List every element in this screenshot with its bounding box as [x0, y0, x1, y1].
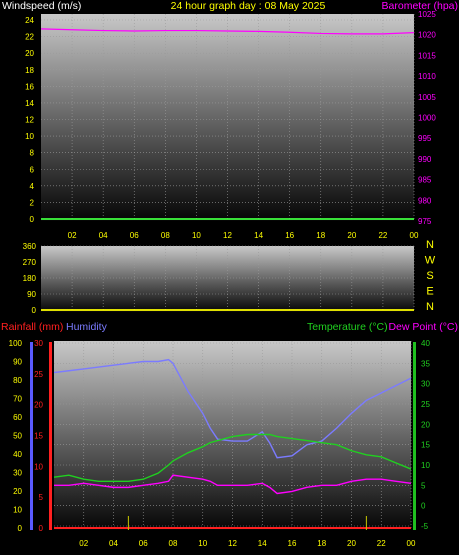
x-tick-label: 20 — [347, 539, 356, 548]
x-tick-label: 06 — [130, 231, 139, 240]
dewpoint-axis-label: Dew Point (°C) — [388, 321, 458, 333]
x-tick-label: 04 — [109, 539, 118, 548]
humidity-axis-label: Humidity — [66, 321, 108, 333]
x-tick-label: 18 — [316, 231, 325, 240]
x-tick-label: 14 — [258, 539, 267, 548]
windspeed-tick-label: 20 — [25, 49, 34, 58]
temp-tick-label: 5 — [421, 481, 426, 490]
humidity-tick-label: 40 — [13, 450, 22, 459]
direction-letter: W — [425, 255, 436, 267]
barometer-tick-label: 1000 — [418, 114, 436, 123]
rain-tick-label: 15 — [34, 432, 43, 441]
rain-scale-bar — [49, 342, 52, 530]
humidity-tick-label: 60 — [13, 413, 22, 422]
x-tick-label: 00 — [410, 231, 419, 240]
temp-tick-label: 15 — [421, 441, 430, 450]
rain-tick-label: 25 — [34, 370, 43, 379]
x-tick-label: 04 — [99, 231, 108, 240]
rainfall-axis-label: Rainfall (mm) — [1, 321, 63, 333]
temp-tick-label: 25 — [421, 400, 430, 409]
direction-letter: N — [426, 301, 434, 313]
temp-tick-label: 40 — [421, 339, 430, 348]
humidity-tick-label: 20 — [13, 487, 22, 496]
temp-tick-label: 30 — [421, 380, 430, 389]
temp-tick-label: 20 — [421, 420, 430, 429]
chart-title: 24 hour graph day : 08 May 2025 — [171, 0, 326, 12]
temp-tick-label: 0 — [421, 502, 426, 511]
windspeed-tick-label: 18 — [25, 66, 34, 75]
windspeed-tick-label: 14 — [25, 99, 34, 108]
humidity-tick-label: 10 — [13, 506, 22, 515]
x-tick-label: 08 — [161, 231, 170, 240]
direction-letter: S — [426, 270, 433, 282]
x-tick-label: 22 — [377, 539, 386, 548]
windspeed-tick-label: 24 — [25, 16, 34, 25]
temperature-axis-label: Temperature (°C) — [307, 321, 388, 333]
x-tick-label: 16 — [285, 231, 294, 240]
weather-graph: Windspeed (m/s) 24 hour graph day : 08 M… — [1, 0, 458, 548]
top-plot-area — [41, 14, 414, 221]
x-tick-label: 02 — [79, 539, 88, 548]
rain-tick-label: 30 — [34, 339, 43, 348]
direction-letter: E — [426, 286, 433, 298]
bottom-plot-area — [54, 341, 411, 530]
temp-scale-bar — [413, 342, 416, 530]
windspeed-tick-label: 12 — [25, 116, 34, 125]
humidity-tick-label: 50 — [13, 432, 22, 441]
x-tick-label: 18 — [317, 539, 326, 548]
winddir-tick-label: 90 — [27, 290, 36, 299]
temp-tick-label: 35 — [421, 359, 430, 368]
windspeed-tick-label: 2 — [30, 198, 35, 207]
windspeed-axis-label: Windspeed (m/s) — [2, 0, 81, 12]
barometer-tick-label: 980 — [418, 196, 432, 205]
x-tick-label: 02 — [68, 231, 77, 240]
winddir-tick-label: 270 — [23, 258, 37, 267]
x-tick-label: 10 — [192, 231, 201, 240]
barometer-tick-label: 1005 — [418, 93, 436, 102]
barometer-tick-label: 1025 — [418, 10, 436, 19]
x-tick-label: 12 — [223, 231, 232, 240]
x-tick-label: 20 — [347, 231, 356, 240]
x-tick-label: 00 — [407, 539, 416, 548]
barometer-tick-label: 1020 — [418, 31, 436, 40]
windspeed-tick-label: 16 — [25, 82, 34, 91]
barometer-tick-label: 990 — [418, 155, 432, 164]
rain-tick-label: 20 — [34, 401, 43, 410]
direction-letter: N — [426, 239, 434, 251]
x-tick-label: 06 — [139, 539, 148, 548]
windspeed-tick-label: 10 — [25, 132, 34, 141]
barometer-tick-label: 985 — [418, 176, 432, 185]
barometer-tick-label: 995 — [418, 134, 432, 143]
barometer-tick-label: 1010 — [418, 72, 436, 81]
humidity-tick-label: 30 — [13, 469, 22, 478]
humidity-tick-label: 0 — [18, 524, 23, 533]
windspeed-tick-label: 22 — [25, 33, 34, 42]
rain-tick-label: 10 — [34, 462, 43, 471]
humidity-tick-label: 100 — [9, 339, 23, 348]
x-tick-label: 12 — [228, 539, 237, 548]
rain-tick-label: 5 — [39, 493, 44, 502]
x-tick-label: 08 — [169, 539, 178, 548]
x-tick-label: 10 — [198, 539, 207, 548]
humidity-scale-bar — [30, 342, 33, 530]
winddir-tick-label: 0 — [32, 306, 37, 315]
temp-tick-label: -5 — [421, 522, 429, 531]
humidity-tick-label: 70 — [13, 395, 22, 404]
windspeed-tick-label: 4 — [30, 182, 35, 191]
temp-tick-label: 10 — [421, 461, 430, 470]
windspeed-tick-label: 6 — [30, 165, 35, 174]
winddir-tick-label: 360 — [23, 242, 37, 251]
humidity-tick-label: 90 — [13, 358, 22, 367]
x-tick-label: 14 — [254, 231, 263, 240]
barometer-tick-label: 1015 — [418, 51, 436, 60]
x-tick-label: 22 — [378, 231, 387, 240]
humidity-tick-label: 80 — [13, 376, 22, 385]
windspeed-tick-label: 8 — [30, 149, 35, 158]
barometer-tick-label: 975 — [418, 217, 432, 226]
x-tick-label: 16 — [288, 539, 297, 548]
windspeed-tick-label: 0 — [30, 215, 35, 224]
winddir-tick-label: 180 — [23, 274, 37, 283]
rain-tick-label: 0 — [39, 524, 44, 533]
